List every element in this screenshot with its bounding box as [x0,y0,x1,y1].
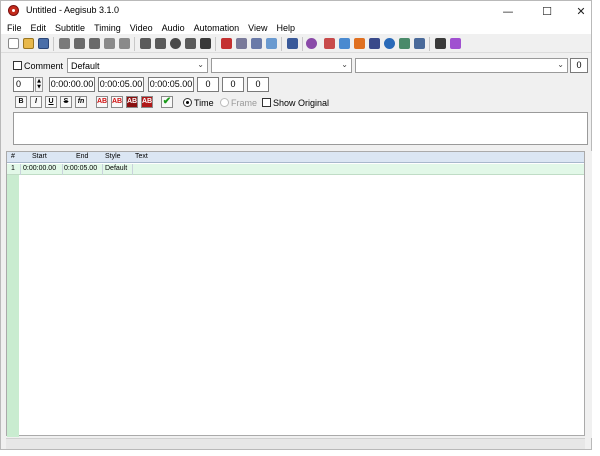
row-end: 0:00:05.00 [64,165,98,172]
header-style: Style [105,153,121,160]
header-text: Text [135,153,148,160]
fonts-collector-icon[interactable] [450,38,461,49]
minimize-button[interactable]: — [491,1,525,21]
outline-color-button[interactable]: AB [126,96,138,108]
end-time-field[interactable]: 0:00:05.00 [98,77,144,92]
actor-dropdown[interactable]: ⌄ [211,58,352,73]
app-window: Untitled - Aegisub 3.1.0 — ☐ ✕ File Edit… [0,0,592,450]
strikeout-button[interactable]: S [60,96,72,108]
margin-right-field[interactable]: 0 [222,77,244,92]
spellcheck-icon[interactable] [221,38,232,49]
automation-icon[interactable] [287,38,298,49]
margin-vertical-field[interactable]: 0 [247,77,269,92]
kanji-timer-icon[interactable] [251,38,262,49]
start-time-field[interactable]: 0:00:00.00 [49,77,95,92]
window-title: Untitled - Aegisub 3.1.0 [26,5,120,15]
video-details-icon[interactable] [399,38,410,49]
header-number: # [11,153,15,160]
menu-automation[interactable]: Automation [194,23,240,33]
save-icon[interactable] [38,38,49,49]
time-label: Time [194,98,214,108]
menu-help[interactable]: Help [277,23,296,33]
menu-video[interactable]: Video [130,23,153,33]
margin-left-field[interactable]: 0 [197,77,219,92]
new-file-icon[interactable] [8,38,19,49]
subtitle-grid[interactable]: # Start End Style Text 1 0:00:00.00 0:00… [6,151,585,437]
grid-header: # Start End Style Text [7,152,584,163]
vertical-scrollbar[interactable] [585,151,592,438]
duration-field[interactable]: 0:00:05.00 [148,77,194,92]
header-start: Start [32,153,47,160]
resample-icon[interactable] [200,38,211,49]
menu-file[interactable]: File [7,23,22,33]
chevron-down-icon: ⌄ [341,60,348,69]
time-radio[interactable] [183,98,192,107]
frame-label: Frame [231,98,258,108]
styles-manager-icon[interactable] [140,38,151,49]
underline-button[interactable]: U [45,96,57,108]
table-row[interactable]: 1 0:00:00.00 0:00:05.00 Default [7,164,584,175]
snap-start-icon[interactable] [339,38,350,49]
bold-button[interactable]: B [15,96,27,108]
chevron-down-icon: ⌄ [557,60,564,69]
horizontal-scrollbar[interactable] [6,438,585,449]
replace-icon[interactable] [89,38,100,49]
menu-bar: File Edit Subtitle Timing Video Audio Au… [1,21,591,34]
maximize-button[interactable]: ☐ [530,1,564,21]
primary-color-button[interactable]: AB [96,96,108,108]
close-button[interactable]: ✕ [564,1,598,21]
menu-timing[interactable]: Timing [94,23,121,33]
aegisub-logo-icon[interactable] [8,5,19,16]
row-style: Default [105,165,128,172]
secondary-color-button[interactable]: AB [111,96,123,108]
find-icon[interactable] [74,38,85,49]
properties-icon[interactable] [185,38,196,49]
subtitle-text-input[interactable] [13,112,588,145]
menu-audio[interactable]: Audio [162,23,185,33]
clock-icon[interactable] [384,38,395,49]
jump-icon[interactable] [59,38,70,49]
subtitle-edit-panel: Comment Default ⌄ ⌄ ⌄ 0 0 ▲ ▼ 0:00:00.00 … [1,54,591,151]
header-end: End [76,153,89,160]
row-number-column [7,164,19,437]
styles-editor-icon[interactable] [155,38,166,49]
menu-view[interactable]: View [248,23,267,33]
chevron-down-icon: ⌄ [197,60,204,69]
options-icon[interactable] [414,38,425,49]
title-bar[interactable]: Untitled - Aegisub 3.1.0 — ☐ ✕ [1,1,591,21]
snap-end-icon[interactable] [354,38,365,49]
paste-icon[interactable] [119,38,130,49]
attachments-icon[interactable] [170,38,181,49]
visual-typesetting-icon[interactable] [306,38,317,49]
menu-edit[interactable]: Edit [31,23,47,33]
layer-field[interactable]: 0 [13,77,34,92]
effect-number-field[interactable]: 0 [570,58,588,73]
tools-icon[interactable] [435,38,446,49]
row-number: 1 [11,165,15,172]
show-original-label: Show Original [273,98,330,108]
shift-times-icon[interactable] [324,38,335,49]
translation-assistant-icon[interactable] [266,38,277,49]
stop-icon[interactable] [369,38,380,49]
comment-label: Comment [24,61,64,71]
show-original-checkbox[interactable] [262,98,271,107]
open-folder-icon[interactable] [23,38,34,49]
frame-radio[interactable] [220,98,229,107]
style-dropdown[interactable]: Default ⌄ [67,58,208,73]
layer-spin-control[interactable]: ▲ ▼ [35,77,43,92]
shadow-color-button[interactable]: AB [141,96,153,108]
effect-dropdown[interactable]: ⌄ [355,58,568,73]
menu-subtitle[interactable]: Subtitle [55,23,85,33]
timing-processor-icon[interactable] [236,38,247,49]
commit-checkmark-icon[interactable]: ✔ [161,96,173,108]
copy-icon[interactable] [104,38,115,49]
style-value: Default [71,61,100,71]
main-toolbar [1,34,591,53]
row-start: 0:00:00.00 [23,165,57,172]
font-button[interactable]: fn [75,96,87,108]
comment-checkbox[interactable] [13,61,22,70]
italic-button[interactable]: I [30,96,42,108]
